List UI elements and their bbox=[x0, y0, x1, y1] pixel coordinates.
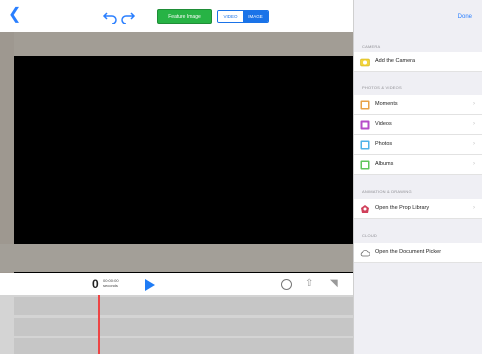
video-preview[interactable] bbox=[14, 56, 353, 276]
panel-item-label: Albums bbox=[375, 161, 394, 167]
panel-item-prop-library[interactable]: Open the Prop Library › bbox=[354, 199, 482, 219]
cloud-icon bbox=[360, 250, 370, 257]
camera-icon bbox=[360, 58, 370, 67]
chevron-right-icon: › bbox=[473, 205, 475, 211]
trash-icon[interactable]: ◥ bbox=[330, 278, 342, 290]
panel-item-label: Add the Camera bbox=[375, 58, 416, 64]
top-toolbar: ❮ Feature Image VIDEO IMAGE bbox=[0, 0, 353, 33]
timeline-track[interactable] bbox=[14, 338, 353, 354]
panel-item-document-picker[interactable]: Open the Document Picker bbox=[354, 243, 482, 263]
segment-image[interactable]: IMAGE bbox=[243, 11, 268, 22]
panel-item-add-camera[interactable]: Add the Camera bbox=[354, 52, 482, 72]
panel-item-label: Photos bbox=[375, 141, 393, 147]
chevron-right-icon: › bbox=[473, 121, 475, 127]
panel-item-albums[interactable]: Albums › bbox=[354, 155, 482, 175]
canvas-left-margin bbox=[0, 32, 14, 273]
media-type-segmented-control[interactable]: VIDEO IMAGE bbox=[217, 10, 269, 23]
panel-item-photos[interactable]: Photos › bbox=[354, 135, 482, 155]
editor-area: ❮ Feature Image VIDEO IMAGE 0 00:00:00 s… bbox=[0, 0, 353, 354]
panel-item-label: Open the Prop Library bbox=[375, 205, 430, 211]
segment-video[interactable]: VIDEO bbox=[218, 11, 243, 22]
timeline-track[interactable] bbox=[14, 297, 353, 315]
timecode-sub-bottom: seconds bbox=[103, 283, 118, 288]
timecode-display: 0 00:00:00 seconds bbox=[92, 277, 119, 291]
record-icon[interactable] bbox=[281, 279, 292, 290]
timeline-track[interactable] bbox=[14, 318, 353, 336]
panel-item-moments[interactable]: Moments › bbox=[354, 95, 482, 115]
section-title-cloud: CLOUD bbox=[362, 233, 378, 238]
panel-item-label: Videos bbox=[375, 121, 392, 127]
back-icon[interactable]: ❮ bbox=[8, 7, 22, 23]
timecode-sub: 00:00:00 seconds bbox=[103, 278, 127, 288]
redo-icon[interactable] bbox=[120, 8, 136, 24]
share-icon[interactable]: ⇧ bbox=[305, 278, 317, 290]
section-title-camera: CAMERA bbox=[362, 44, 381, 49]
play-icon[interactable] bbox=[145, 279, 155, 291]
chevron-right-icon: › bbox=[473, 101, 475, 107]
videos-icon bbox=[360, 120, 370, 130]
canvas-bottom-margin bbox=[0, 244, 353, 272]
chevron-right-icon: › bbox=[473, 161, 475, 167]
done-button[interactable]: Done bbox=[458, 14, 472, 20]
timecode-major: 0 bbox=[92, 277, 99, 291]
albums-icon bbox=[360, 160, 370, 170]
prop-library-icon bbox=[361, 205, 369, 213]
moments-icon bbox=[360, 100, 370, 110]
section-title-photos-videos: PHOTOS & VIDEOS bbox=[362, 85, 402, 90]
preview-frame bbox=[14, 32, 353, 276]
playback-controls bbox=[0, 273, 353, 295]
feature-image-button[interactable]: Feature Image bbox=[157, 9, 212, 24]
section-title-animation-drawing: ANIMATION & DRAWING bbox=[362, 189, 412, 194]
undo-icon[interactable] bbox=[102, 8, 118, 24]
photos-icon bbox=[360, 140, 370, 150]
canvas-top-margin bbox=[14, 32, 353, 56]
playhead[interactable] bbox=[98, 295, 100, 354]
panel-item-label: Moments bbox=[375, 101, 398, 107]
panel-item-videos[interactable]: Videos › bbox=[354, 115, 482, 135]
media-source-panel: Done CAMERA Add the Camera PHOTOS & VIDE… bbox=[353, 0, 482, 354]
panel-item-label: Open the Document Picker bbox=[375, 249, 442, 255]
chevron-right-icon: › bbox=[473, 141, 475, 147]
